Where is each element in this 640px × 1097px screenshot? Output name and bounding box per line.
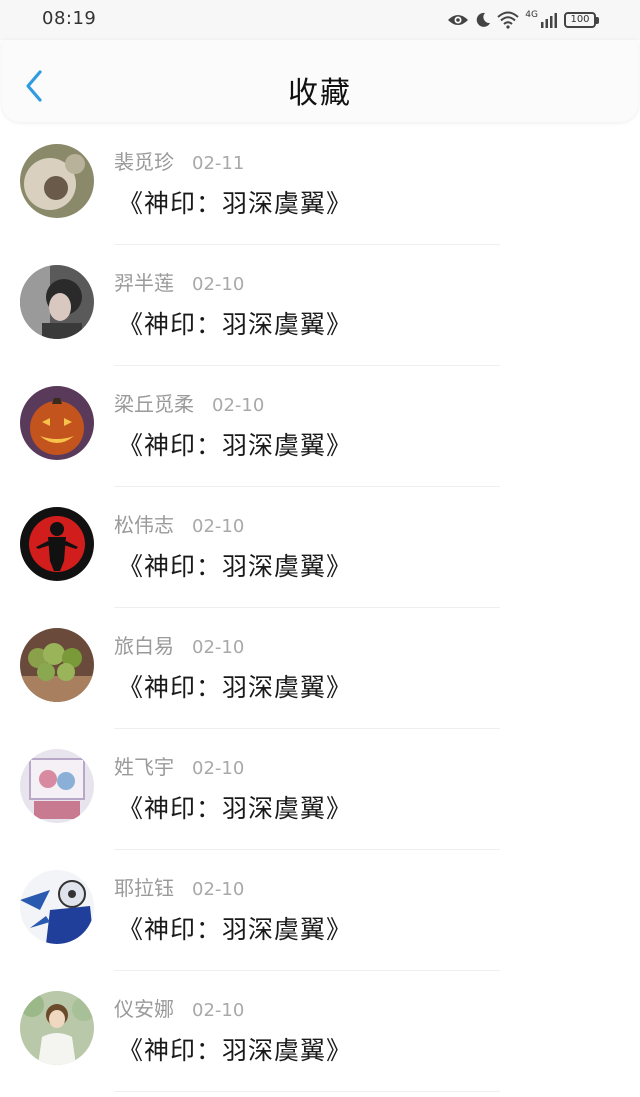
battery-icon: 100	[564, 12, 599, 28]
list-item[interactable]: 耶拉钰 02-10 《神印：羽深虞翼》	[0, 850, 640, 971]
network-label: 4G	[525, 10, 538, 20]
list-item[interactable]: 松伟志 02-10 《神印：羽深虞翼》	[0, 487, 640, 608]
user-name: 旅白易	[114, 634, 174, 658]
list-item[interactable]: 梁丘觅柔 02-10 《神印：羽深虞翼》	[0, 366, 640, 487]
status-bar: 08:19 4G 100	[0, 0, 640, 40]
divider	[114, 1091, 500, 1092]
list-item[interactable]: 旅白易 02-10 《神印：羽深虞翼》	[0, 608, 640, 729]
avatar[interactable]	[20, 386, 94, 460]
item-title: 《神印：羽深虞翼》	[118, 1036, 353, 1065]
item-date: 02-10	[192, 274, 245, 295]
item-meta: 梁丘觅柔 02-10	[114, 388, 264, 417]
avatar-image	[20, 870, 94, 944]
list-item[interactable]: 仪安娜 02-10 《神印：羽深虞翼》	[0, 971, 640, 1092]
item-date: 02-10	[212, 395, 265, 416]
list-item[interactable]: 姓飞宇 02-10 《神印：羽深虞翼》	[0, 729, 640, 850]
avatar-image	[20, 144, 94, 218]
item-meta: 松伟志 02-10	[114, 509, 244, 538]
item-date: 02-10	[192, 637, 245, 658]
avatar-image	[20, 265, 94, 339]
avatar[interactable]	[20, 144, 94, 218]
avatar-image	[20, 507, 94, 581]
avatar[interactable]	[20, 628, 94, 702]
avatar-image	[20, 749, 94, 823]
moon-icon	[477, 12, 491, 27]
user-name: 松伟志	[114, 513, 174, 537]
avatar[interactable]	[20, 507, 94, 581]
list-item[interactable]: 羿半莲 02-10 《神印：羽深虞翼》	[0, 245, 640, 366]
item-meta: 旅白易 02-10	[114, 630, 244, 659]
user-name: 羿半莲	[114, 271, 174, 295]
item-date: 02-10	[192, 516, 245, 537]
item-meta: 耶拉钰 02-10	[114, 872, 244, 901]
avatar-image	[20, 991, 94, 1065]
user-name: 耶拉钰	[114, 876, 174, 900]
wifi-icon	[497, 11, 519, 29]
list-item[interactable]: 裴觅珍 02-11 《神印：羽深虞翼》	[0, 124, 640, 245]
avatar[interactable]	[20, 265, 94, 339]
header: 收藏	[2, 40, 638, 122]
item-meta: 羿半莲 02-10	[114, 267, 244, 296]
eye-icon	[448, 15, 469, 25]
item-title: 《神印：羽深虞翼》	[118, 673, 353, 702]
avatar[interactable]	[20, 991, 94, 1065]
item-title: 《神印：羽深虞翼》	[118, 915, 353, 944]
avatar[interactable]	[20, 749, 94, 823]
avatar[interactable]	[20, 870, 94, 944]
user-name: 梁丘觅柔	[114, 392, 194, 416]
item-date: 02-11	[192, 153, 245, 174]
item-title: 《神印：羽深虞翼》	[118, 794, 353, 823]
item-meta: 裴觅珍 02-11	[114, 146, 244, 175]
favorites-list: 裴觅珍 02-11 《神印：羽深虞翼》 羿半莲 02-10 《神印：羽深虞翼》	[0, 124, 640, 1092]
item-title: 《神印：羽深虞翼》	[118, 431, 353, 460]
page-title: 收藏	[288, 76, 352, 111]
item-meta: 仪安娜 02-10	[114, 993, 244, 1022]
item-title: 《神印：羽深虞翼》	[118, 189, 353, 218]
item-date: 02-10	[192, 758, 245, 779]
item-date: 02-10	[192, 1000, 245, 1021]
item-meta: 姓飞宇 02-10	[114, 751, 244, 780]
user-name: 仪安娜	[114, 997, 174, 1021]
status-icons: 4G 100	[447, 9, 599, 31]
item-title: 《神印：羽深虞翼》	[118, 552, 353, 581]
item-date: 02-10	[192, 879, 245, 900]
avatar-image	[20, 386, 94, 460]
status-time: 08:19	[42, 8, 97, 29]
user-name: 裴觅珍	[114, 150, 174, 174]
item-title: 《神印：羽深虞翼》	[118, 310, 353, 339]
avatar-image	[20, 628, 94, 702]
signal-icon	[541, 13, 557, 28]
user-name: 姓飞宇	[114, 755, 174, 779]
